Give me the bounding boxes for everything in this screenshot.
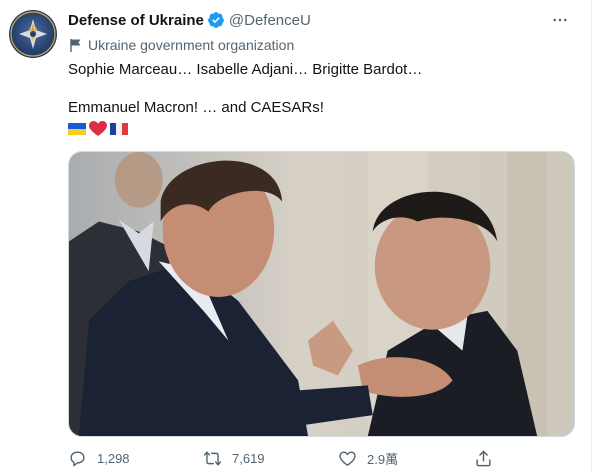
tweet-header: Defense of Ukraine @DefenceU (68, 9, 571, 31)
heart-icon (339, 450, 356, 466)
tweet-text-line-2: Emmanuel Macron! … and CAESARs! (68, 99, 324, 116)
photo-two-men-greeting (69, 152, 574, 436)
ukraine-flag-icon (68, 123, 86, 135)
tweet-card[interactable]: Defense of Ukraine @DefenceU Ukraine gov… (0, 0, 592, 472)
author-handle[interactable]: @DefenceU (229, 12, 311, 29)
reply-button[interactable]: 1,298 (68, 446, 130, 470)
author-avatar[interactable] (9, 10, 57, 58)
tweet-photo[interactable] (68, 151, 575, 437)
author-display-name[interactable]: Defense of Ukraine (68, 12, 204, 29)
government-flag-icon (68, 37, 84, 53)
like-button[interactable]: 2.9萬 (338, 446, 398, 470)
tweet-actions: 1,298 7,619 2.9萬 (68, 446, 508, 470)
tweet-emoji-row (68, 120, 128, 138)
tweet-text-line-1: Sophie Marceau… Isabelle Adjani… Brigitt… (68, 61, 423, 78)
affiliation-label: Ukraine government organization (68, 35, 294, 55)
share-icon (476, 450, 491, 466)
affiliation-text: Ukraine government organization (88, 37, 295, 53)
verified-badge-icon (207, 11, 225, 29)
reply-count: 1,298 (97, 450, 130, 466)
reply-icon (70, 450, 85, 466)
retweet-count: 7,619 (232, 450, 265, 466)
more-options-icon[interactable] (549, 9, 571, 31)
share-button[interactable] (474, 446, 493, 470)
france-flag-icon (110, 123, 128, 135)
retweet-button[interactable]: 7,619 (203, 446, 265, 470)
ukraine-defense-emblem-icon (10, 11, 56, 57)
like-count: 2.9萬 (367, 451, 399, 467)
retweet-icon (203, 450, 222, 466)
red-heart-icon (89, 121, 107, 136)
